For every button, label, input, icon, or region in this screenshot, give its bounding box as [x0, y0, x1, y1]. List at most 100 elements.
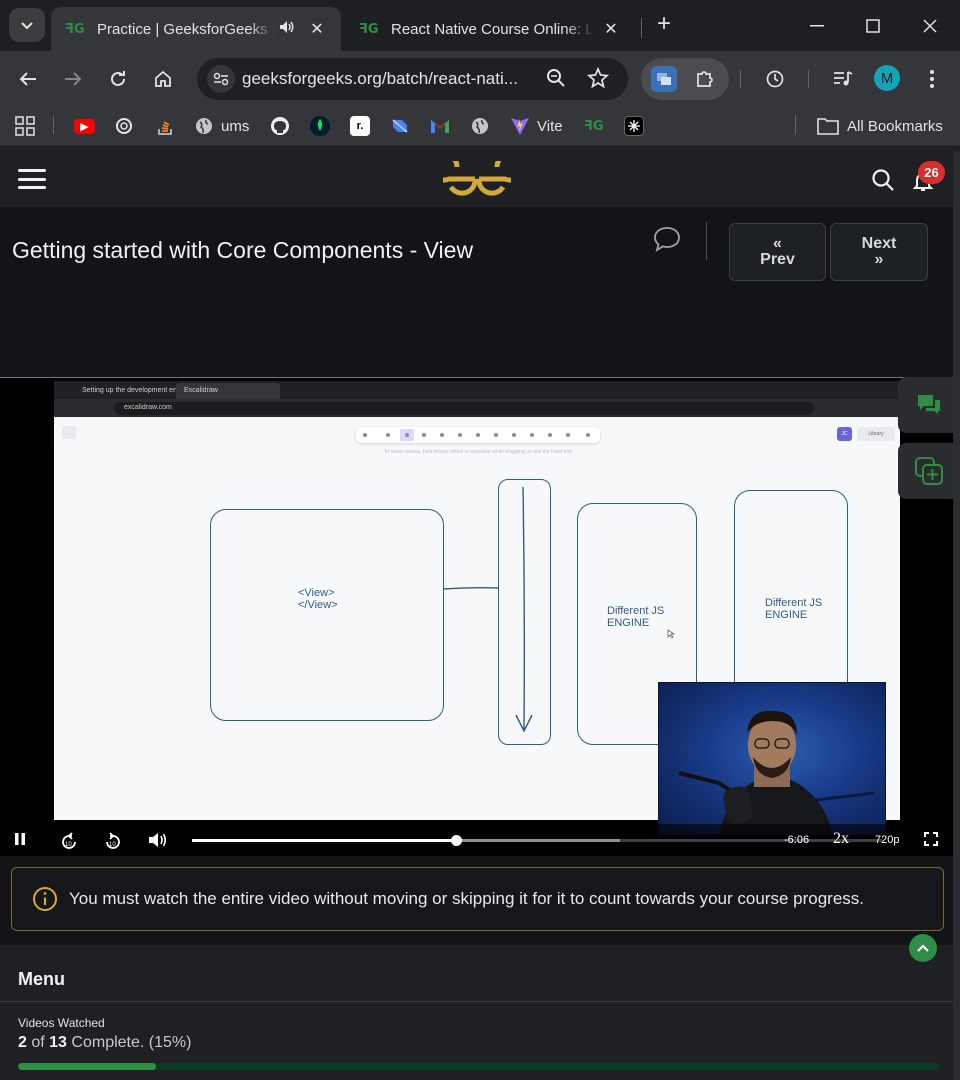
browser-tab-inactive[interactable]: ꟻG React Native Course Online: Lea ✕ — [345, 7, 635, 51]
fast-forward-icon: 10 — [106, 832, 120, 849]
minimize-button[interactable] — [797, 12, 837, 40]
collapse-menu-button[interactable] — [909, 934, 937, 962]
maximize-button[interactable] — [853, 12, 893, 40]
chatgpt-icon — [116, 118, 132, 134]
bookmark-github[interactable] — [270, 114, 290, 138]
canvas-hint: To move canvas, hold mouse wheel or spac… — [384, 449, 572, 455]
share-badge: JC — [837, 427, 852, 441]
videos-watched-count: 2 of 13 Complete. (15%) — [18, 1034, 192, 1051]
github-icon — [271, 117, 289, 135]
profile-avatar[interactable]: M — [874, 65, 900, 91]
gfg-icon: ꟻG — [359, 21, 379, 37]
prev-label: Prev — [760, 251, 795, 268]
url-text[interactable]: geeksforgeeks.org/batch/react-nati... — [242, 69, 532, 89]
view-box-text: <View> </View> — [298, 587, 338, 611]
tab-search-button[interactable] — [9, 8, 45, 42]
close-icon — [923, 19, 937, 33]
new-tab-button[interactable]: + — [652, 12, 676, 37]
minimize-icon — [810, 25, 824, 27]
comment-icon[interactable] — [653, 226, 681, 257]
menu-divider — [0, 1001, 953, 1002]
tab-separator — [641, 18, 642, 38]
close-tab-icon[interactable]: ✕ — [307, 19, 327, 39]
all-bookmarks-button[interactable]: All Bookmarks — [817, 114, 943, 138]
extension-icon[interactable] — [651, 66, 677, 92]
pause-button[interactable] — [14, 832, 26, 846]
seek-bar[interactable] — [192, 835, 882, 846]
zoom-icon[interactable] — [546, 68, 566, 93]
volume-button[interactable] — [148, 832, 168, 848]
stackoverflow-icon — [158, 121, 172, 135]
bookmark-stackoverflow[interactable] — [155, 114, 175, 138]
video-tab: Setting up the development en — [82, 387, 177, 394]
more-menu-icon[interactable] — [916, 63, 948, 95]
fullscreen-button[interactable] — [924, 832, 938, 846]
scrollbar-track[interactable] — [953, 151, 960, 1080]
rewind-10-button[interactable]: 10 — [59, 832, 79, 852]
apps-button[interactable] — [15, 114, 35, 138]
videos-watched-progress — [18, 1063, 939, 1070]
bookmark-star-icon[interactable] — [586, 66, 610, 94]
quality-button[interactable]: 720p — [875, 834, 899, 846]
seek-handle[interactable] — [451, 835, 463, 846]
bookmark-ums[interactable]: ums — [194, 114, 249, 138]
close-window-button[interactable] — [910, 12, 950, 40]
hamburger-menu-icon[interactable] — [18, 169, 46, 189]
media-control-icon[interactable] — [827, 63, 859, 95]
bookmark-app[interactable] — [624, 114, 644, 138]
playback-speed-button[interactable]: 2x — [833, 830, 849, 848]
bookmark-gfg[interactable]: ꟻG — [584, 114, 604, 138]
add-note-icon — [915, 457, 943, 485]
history-icon[interactable] — [759, 63, 791, 95]
cursor-icon — [667, 629, 675, 639]
engine-box-text: Different JS ENGINE — [607, 605, 665, 629]
bookmark-chatgpt[interactable] — [114, 114, 134, 138]
video-player[interactable]: Setting up the development en Excalidraw… — [0, 377, 953, 857]
bookmarks-separator — [795, 115, 796, 135]
site-info-icon[interactable] — [207, 65, 235, 93]
extensions-group — [641, 58, 729, 100]
library-button: Library — [857, 427, 895, 441]
info-icon — [32, 886, 58, 917]
replit-icon: r. — [350, 116, 370, 136]
reload-button[interactable] — [102, 63, 134, 95]
gfg-logo[interactable] — [428, 151, 526, 202]
apps-icon — [15, 116, 35, 136]
menu-title[interactable]: Menu — [18, 969, 65, 990]
speaker-icon[interactable] — [279, 20, 301, 38]
bookmark-mongodb[interactable] — [310, 114, 330, 138]
next-button[interactable]: Next » — [830, 223, 928, 281]
arrow-left-icon — [19, 72, 36, 86]
globe-icon — [196, 118, 212, 134]
bookmark-youtube[interactable]: ▶ — [74, 114, 95, 138]
lesson-title: Getting started with Core Components - V… — [12, 237, 474, 263]
svg-text:10: 10 — [109, 842, 116, 848]
bookmark-replit[interactable]: r. — [350, 114, 370, 138]
video-controls: 10 10 -6:06 2x 720p — [0, 824, 953, 857]
back-button[interactable] — [12, 63, 44, 95]
puzzle-icon[interactable] — [695, 67, 717, 94]
chat-button[interactable] — [898, 377, 960, 433]
address-bar[interactable]: geeksforgeeks.org/batch/react-nati... — [197, 58, 628, 100]
forward-button[interactable] — [57, 63, 89, 95]
bookmark-globe[interactable] — [470, 114, 490, 138]
add-note-button[interactable] — [898, 443, 960, 499]
bookmark-dart[interactable] — [390, 114, 410, 138]
video-browser-chrome: Setting up the development en Excalidraw… — [54, 381, 900, 417]
bookmark-vite[interactable]: Vite — [510, 114, 563, 138]
folder-icon — [817, 118, 839, 135]
gmail-icon — [431, 120, 449, 133]
home-button[interactable] — [147, 63, 179, 95]
video-url-bar: excalidraw.com — [114, 402, 814, 415]
browser-tab-active[interactable]: ꟻG Practice | GeeksforGeeks | A ✕ — [51, 7, 341, 51]
progress-notice: You must watch the entire video without … — [11, 867, 944, 931]
time-remaining: -6:06 — [784, 834, 810, 846]
browser-tab-strip: ꟻG Practice | GeeksforGeeks | A ✕ ꟻG Rea… — [0, 0, 960, 51]
close-tab-icon[interactable]: ✕ — [601, 19, 621, 39]
prev-button[interactable]: « Prev — [729, 223, 826, 281]
app-icon — [624, 116, 644, 136]
forward-10-button[interactable]: 10 — [103, 832, 123, 852]
search-icon[interactable] — [871, 168, 895, 197]
bookmark-gmail[interactable] — [430, 114, 450, 138]
notification-badge: 26 — [918, 161, 945, 184]
